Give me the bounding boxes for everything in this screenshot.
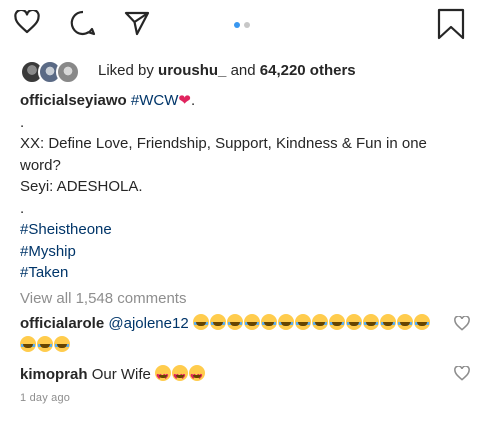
heart-eyes-emoji-icon — [155, 365, 172, 388]
laughing-emoji-icon — [396, 314, 413, 330]
laughing-emoji-icon — [260, 314, 277, 330]
liker-avatars — [20, 60, 96, 84]
post-action-bar — [0, 8, 490, 44]
comment-username[interactable]: officialarole — [20, 315, 104, 332]
laughing-emoji-icon — [328, 314, 345, 330]
liked-by-label: Liked by — [98, 62, 154, 79]
laughing-emoji-icon — [20, 336, 36, 352]
heart-eyes-emoji-icon — [189, 365, 206, 388]
bookmark-icon[interactable] — [436, 8, 466, 40]
comment-mention[interactable]: @ajolene12 — [108, 315, 188, 332]
laughing-emoji-icon — [243, 314, 260, 330]
view-all-comments-link[interactable]: View all 1,548 comments — [20, 290, 186, 307]
avatar[interactable] — [56, 60, 80, 84]
laughing-emoji-icon — [277, 314, 294, 330]
comment-icon[interactable] — [70, 10, 96, 36]
laughing-emoji-icon — [345, 314, 362, 330]
caption-username[interactable]: officialseyiawo — [20, 92, 127, 109]
post-timestamp: 1 day ago — [20, 392, 71, 404]
caption-separator: . — [20, 199, 25, 217]
liker-username[interactable]: uroushu_ — [158, 62, 226, 79]
laughing-emoji-icon — [294, 314, 311, 330]
caption-separator: . — [20, 113, 25, 131]
heart-eyes-emoji-icon — [172, 365, 189, 388]
comment-item: officialarole @ajolene12 — [20, 313, 440, 357]
post-caption: officialseyiawo #WCW❤. . XX: Define Love… — [20, 90, 470, 284]
caption-tag[interactable]: #Myship — [20, 241, 470, 263]
laughing-emoji-icon — [362, 314, 379, 330]
caption-end-dot: . — [190, 92, 196, 109]
comment-item: kimoprah Our Wife — [20, 364, 440, 388]
carousel-dot-active — [234, 22, 240, 28]
likes-text: Liked by uroushu_ and 64,220 others — [98, 62, 356, 79]
heart-icon[interactable] — [14, 10, 40, 34]
caption-tag[interactable]: #Sheistheone — [20, 219, 470, 241]
laughing-emoji-icon — [209, 314, 226, 330]
comment-username[interactable]: kimoprah — [20, 366, 88, 383]
laughing-emoji-icon — [54, 336, 70, 352]
comment-like-heart-icon[interactable] — [454, 366, 470, 381]
laughing-emoji-icon — [311, 314, 328, 330]
caption-question: XX: Define Love, Friendship, Support, Ki… — [20, 135, 427, 174]
share-icon[interactable] — [124, 10, 150, 36]
caption-hashtag[interactable]: #WCW — [131, 92, 179, 109]
red-heart-emoji-icon: ❤ — [178, 92, 191, 109]
laughing-emoji-icon — [379, 314, 396, 330]
laughing-emoji-icon — [413, 314, 430, 330]
heart-eyes-emoji-icons — [155, 365, 206, 388]
caption-tag[interactable]: #Taken — [20, 262, 470, 284]
comment-like-heart-icon[interactable] — [454, 316, 470, 331]
comment-text: Our Wife — [91, 366, 151, 383]
caption-answer: Seyi: ADESHOLA. — [20, 178, 143, 195]
laughing-emoji-icon — [192, 314, 209, 330]
and-label: and — [230, 62, 256, 79]
carousel-dot — [244, 22, 250, 28]
laughing-emoji-icon — [226, 314, 243, 330]
likes-count[interactable]: 64,220 others — [260, 62, 356, 79]
laughing-emoji-icon — [37, 336, 53, 352]
